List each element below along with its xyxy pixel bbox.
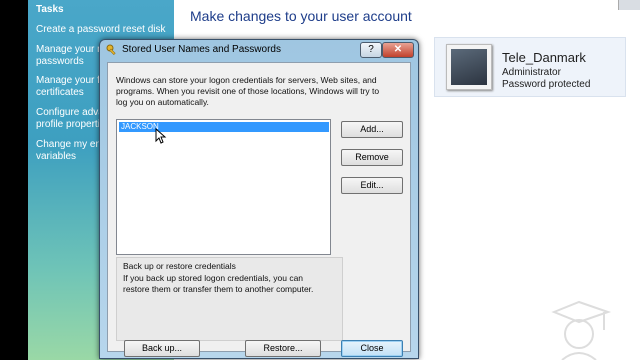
restore-button[interactable]: Restore... xyxy=(245,340,321,357)
backup-group-description: If you back up stored logon credentials,… xyxy=(123,273,314,294)
key-icon xyxy=(106,44,116,56)
backup-restore-group: Back up or restore credentials If you ba… xyxy=(116,257,343,341)
close-button[interactable]: Close xyxy=(341,340,403,357)
backup-group-title: Back up or restore credentials xyxy=(123,261,236,271)
dialog-description: Windows can store your logon credentials… xyxy=(116,75,380,107)
credentials-list[interactable]: JACKSON xyxy=(116,119,331,255)
help-button[interactable]: ? xyxy=(360,42,382,58)
window-control-corner[interactable] xyxy=(618,0,640,10)
list-item[interactable]: JACKSON xyxy=(119,122,329,132)
edit-button[interactable]: Edit... xyxy=(341,177,403,194)
dialog-title: Stored User Names and Passwords xyxy=(122,44,281,55)
user-password-status: Password protected xyxy=(502,79,591,90)
screen: Tasks Create a password reset disk Manag… xyxy=(0,0,640,360)
mouse-pointer-icon xyxy=(155,128,167,144)
add-button[interactable]: Add... xyxy=(341,121,403,138)
backup-button[interactable]: Back up... xyxy=(124,340,200,357)
stored-credentials-dialog: Stored User Names and Passwords ? ✕ Wind… xyxy=(99,39,419,359)
user-avatar[interactable] xyxy=(446,44,492,90)
remove-button[interactable]: Remove xyxy=(341,149,403,166)
tasks-heading: Tasks xyxy=(36,4,64,15)
graduate-icon xyxy=(551,300,612,360)
page-title: Make changes to your user account xyxy=(190,8,412,24)
avatar-picture xyxy=(451,49,487,85)
user-name: Tele_Danmark xyxy=(502,50,586,65)
user-role: Administrator xyxy=(502,67,561,78)
sidebar-link-password-reset[interactable]: Create a password reset disk xyxy=(36,24,168,36)
title-close-button[interactable]: ✕ xyxy=(382,42,414,58)
dialog-body: Windows can store your logon credentials… xyxy=(107,62,411,357)
